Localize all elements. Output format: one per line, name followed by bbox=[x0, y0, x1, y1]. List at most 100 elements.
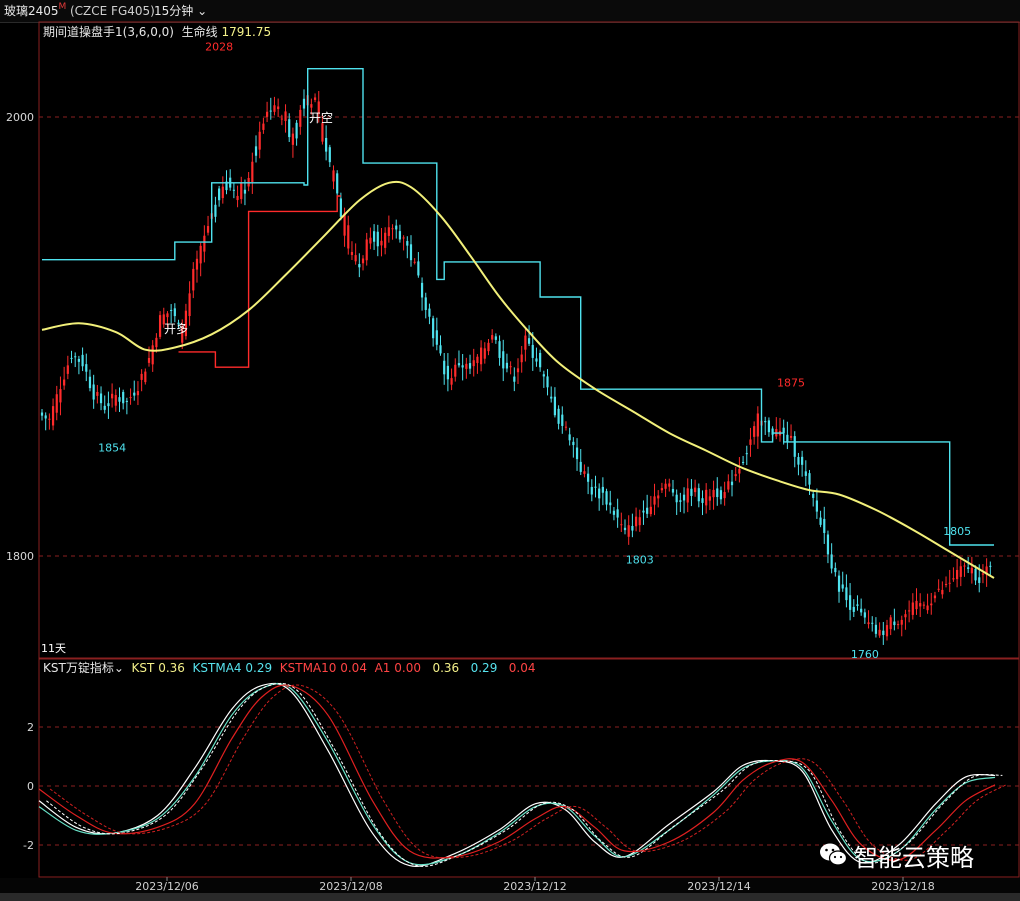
candle-body bbox=[199, 245, 202, 264]
candle-body bbox=[882, 630, 885, 635]
candle-body bbox=[793, 436, 796, 457]
candle-body bbox=[332, 170, 335, 182]
candle-body bbox=[815, 500, 818, 512]
candle-body bbox=[494, 336, 497, 340]
candle-body bbox=[398, 231, 402, 240]
candle-body bbox=[435, 330, 438, 345]
candle-body bbox=[871, 622, 874, 624]
candle-body bbox=[531, 344, 534, 358]
candle-body bbox=[664, 483, 667, 489]
days-label: 11天 bbox=[41, 642, 66, 655]
short-stop-line bbox=[42, 68, 994, 546]
candle-body bbox=[716, 488, 719, 498]
candle-body bbox=[498, 341, 501, 358]
candle-body bbox=[782, 427, 785, 434]
candle-body bbox=[657, 495, 660, 499]
candle-body bbox=[432, 318, 435, 339]
candle-body bbox=[361, 258, 365, 264]
candle-body bbox=[59, 389, 62, 403]
extra-value-1: 0.36 bbox=[432, 661, 460, 675]
candle-body bbox=[420, 282, 424, 298]
candle-body bbox=[254, 146, 258, 156]
candle-body bbox=[841, 584, 844, 589]
axis-labels: 2000 1800 2 0 -2 2023/12/06 2023/12/08 2023/12/… bbox=[6, 111, 935, 893]
candle-body bbox=[51, 406, 55, 426]
candle-body bbox=[192, 268, 195, 291]
candle-body bbox=[583, 471, 586, 474]
candle-body bbox=[524, 335, 527, 350]
candle-body bbox=[620, 524, 623, 526]
candle-body bbox=[147, 357, 151, 363]
time-tick-label: 2023/12/14 bbox=[687, 880, 750, 893]
candle-body bbox=[948, 582, 951, 584]
kline-chart[interactable]: 2028 1854 1875 1803 1805 1760 开多 开空 2000 1800 2 0 -… bbox=[0, 0, 1020, 901]
candle-body bbox=[797, 457, 800, 465]
candle-body bbox=[313, 97, 317, 100]
candle-body bbox=[933, 595, 937, 599]
candle-body bbox=[265, 111, 269, 117]
candle-body bbox=[893, 621, 896, 626]
candle-body bbox=[376, 231, 379, 247]
chart-frame bbox=[0, 21, 1020, 901]
candle-body bbox=[74, 356, 77, 358]
scrollbar bbox=[0, 893, 1020, 901]
candle-body bbox=[99, 393, 103, 404]
candle-body bbox=[369, 237, 372, 244]
candle-body bbox=[520, 354, 523, 363]
extra-value-3: 0.04 bbox=[508, 661, 536, 675]
chevron-down-icon[interactable]: ⌄ bbox=[114, 661, 124, 675]
candle-body bbox=[218, 188, 221, 201]
open-long-label: 开多 bbox=[164, 322, 188, 336]
candle-body bbox=[616, 509, 619, 518]
candle-body bbox=[944, 583, 948, 585]
candle-body bbox=[646, 507, 649, 514]
candle-body bbox=[642, 510, 645, 513]
candle-body bbox=[738, 468, 741, 474]
candle-body bbox=[819, 517, 822, 525]
candle-body bbox=[900, 619, 903, 625]
sub-indicator-name[interactable]: KST万锭指标 bbox=[43, 661, 114, 675]
candle-body bbox=[365, 239, 368, 261]
candle-body bbox=[454, 364, 457, 377]
candle-body bbox=[911, 602, 914, 615]
candle-body bbox=[129, 397, 132, 399]
candle-body bbox=[284, 111, 287, 121]
price-annotation: 1854 bbox=[98, 441, 126, 454]
candle-body bbox=[358, 264, 361, 268]
price-tick-label: 1800 bbox=[6, 550, 34, 563]
main-indicator-name[interactable]: 期间道操盘手1(3,6,0,0) bbox=[43, 25, 174, 39]
candle-body bbox=[413, 261, 416, 263]
price-annotation: 1760 bbox=[851, 648, 879, 661]
candle-body bbox=[609, 502, 612, 506]
candle-body bbox=[697, 488, 700, 502]
candle-body bbox=[269, 110, 272, 112]
candle-body bbox=[594, 486, 597, 488]
wechat-icon bbox=[820, 843, 848, 866]
candle-body bbox=[812, 493, 815, 498]
candle-body bbox=[579, 461, 582, 472]
candle-body bbox=[310, 104, 313, 108]
candle-body bbox=[915, 600, 918, 610]
candle-body bbox=[919, 603, 922, 607]
candle-body bbox=[203, 235, 206, 252]
grid-lines bbox=[39, 116, 1019, 846]
candle-body bbox=[384, 232, 387, 248]
kst-value: 0.36 bbox=[158, 661, 185, 675]
candle-body bbox=[170, 309, 173, 311]
candle-body bbox=[487, 342, 490, 352]
candle-body bbox=[970, 567, 973, 574]
price-tick-label: 2000 bbox=[6, 111, 34, 124]
candle-body bbox=[568, 434, 571, 441]
candle-body bbox=[564, 426, 568, 428]
candle-body bbox=[140, 373, 143, 380]
candle-body bbox=[406, 241, 409, 246]
candle-body bbox=[922, 604, 925, 606]
candle-body bbox=[380, 240, 383, 246]
candle-body bbox=[321, 123, 324, 142]
kstma10-dash-line bbox=[49, 684, 1007, 861]
candle-body bbox=[480, 347, 483, 365]
candle-body bbox=[468, 363, 472, 369]
candle-body bbox=[273, 105, 276, 112]
candle-body bbox=[295, 122, 298, 139]
candle-body bbox=[214, 204, 217, 217]
